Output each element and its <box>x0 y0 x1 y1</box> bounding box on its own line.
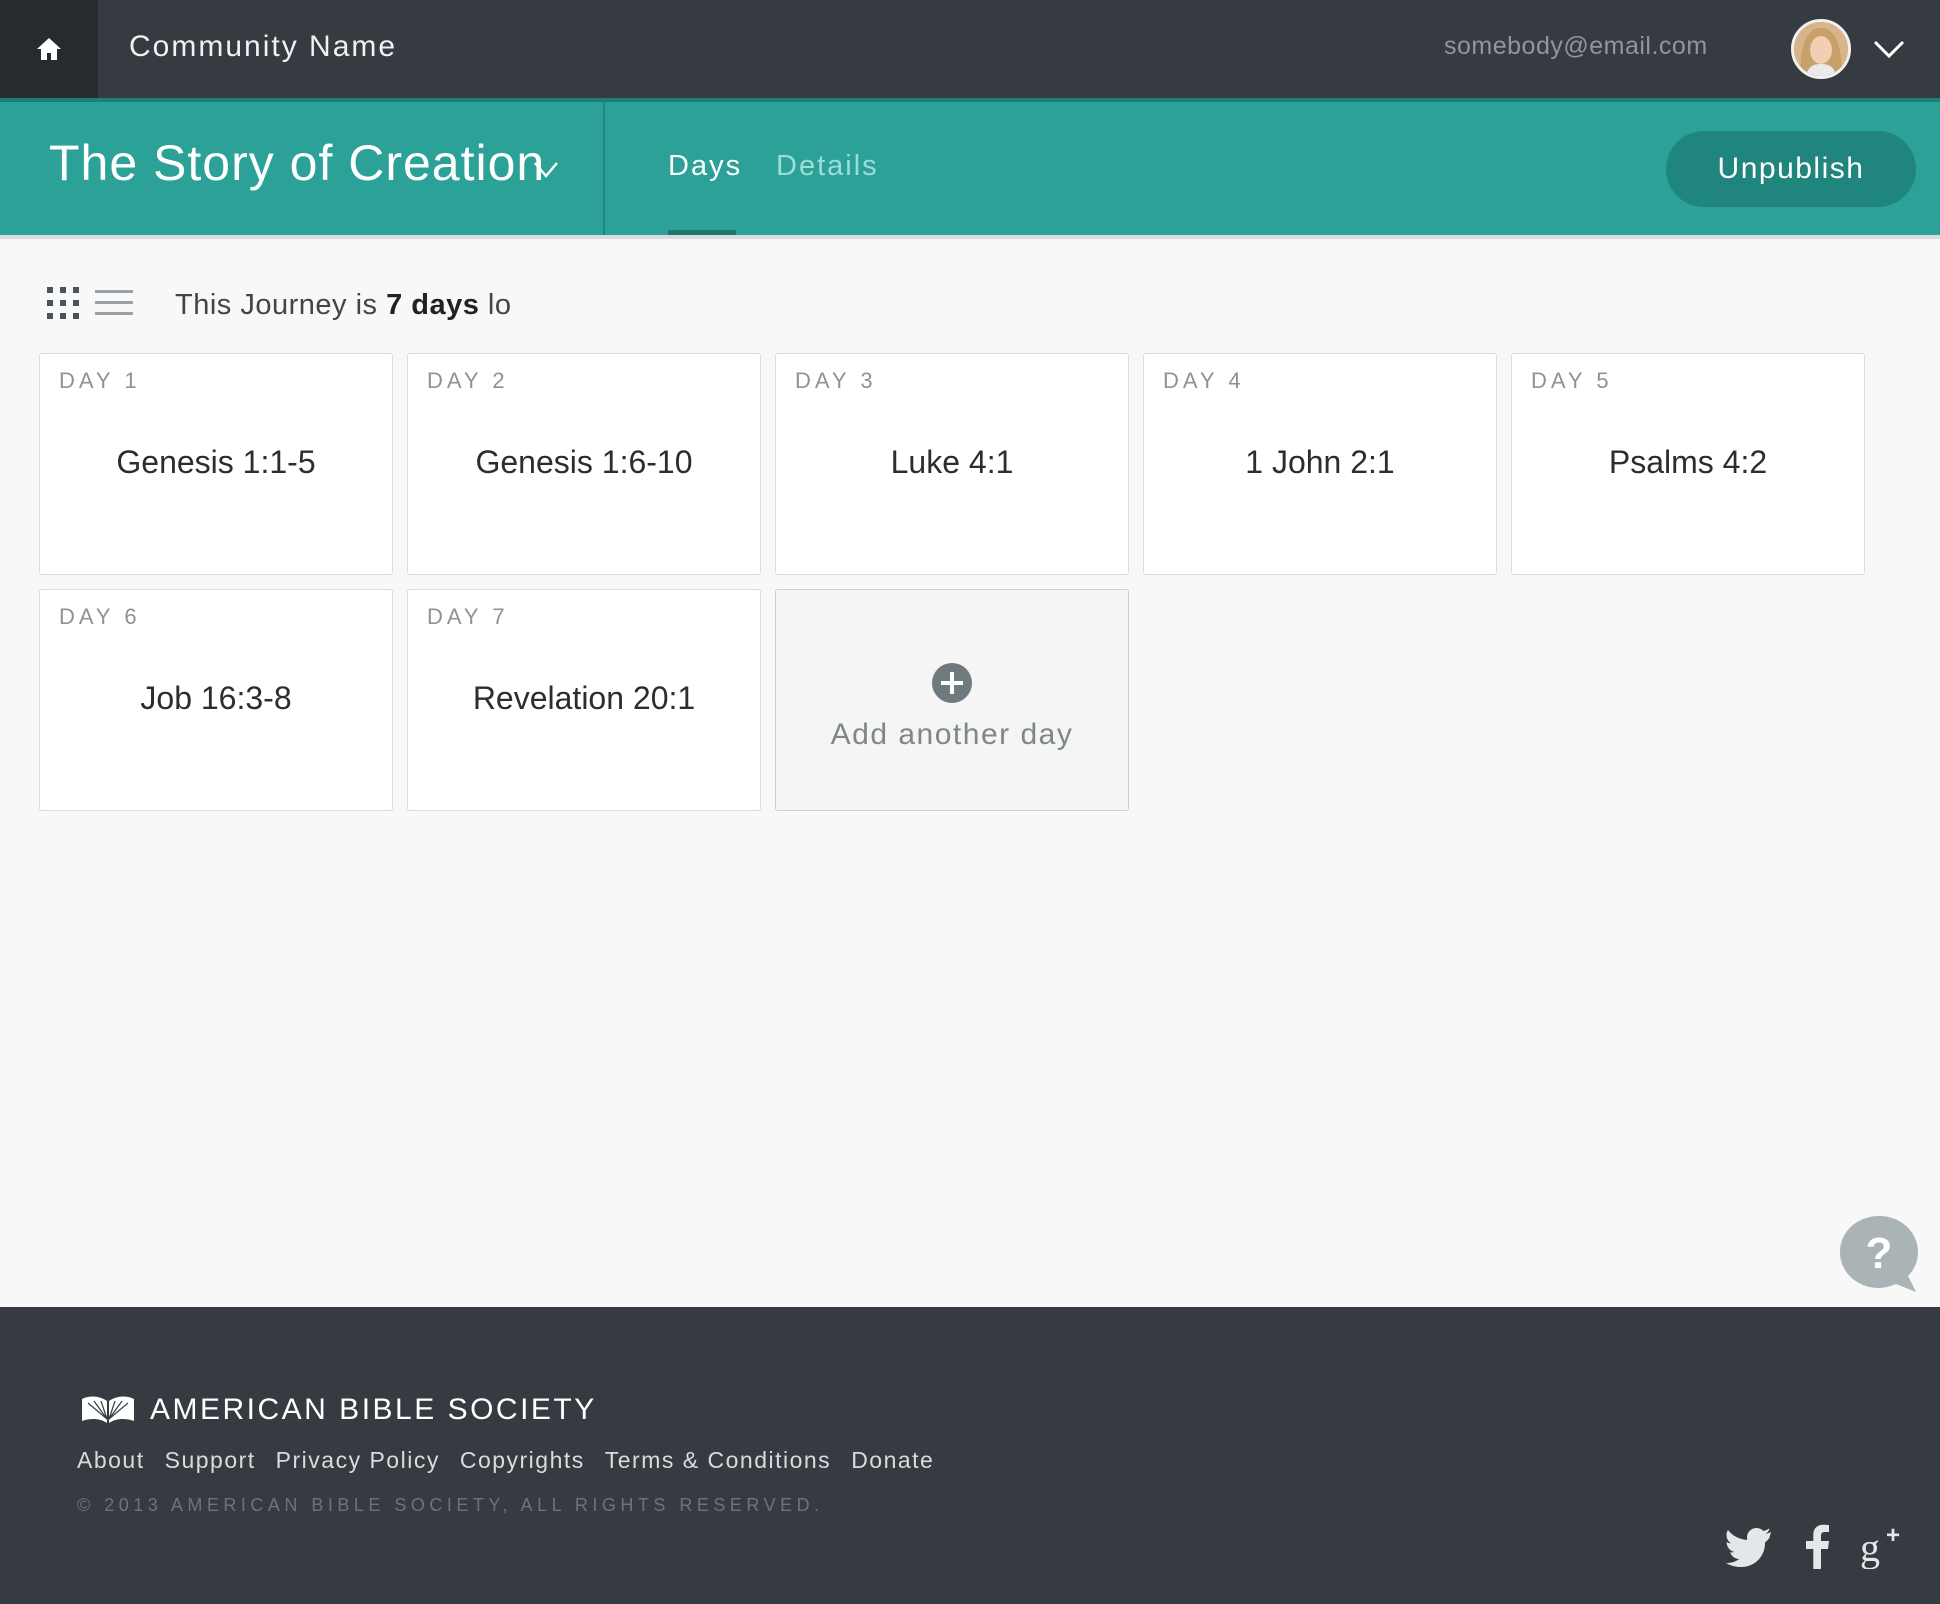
footer-link-terms[interactable]: Terms & Conditions <box>605 1447 831 1474</box>
top-navigation-bar: Community Name somebody@email.com <box>0 0 1940 98</box>
journey-length-suffix: lo <box>479 289 512 321</box>
day-passage: Job 16:3-8 <box>140 680 292 716</box>
footer-link-copyrights[interactable]: Copyrights <box>460 1447 585 1474</box>
unpublish-button[interactable]: Unpublish <box>1666 131 1916 207</box>
google-plus-icon[interactable]: g + <box>1860 1523 1906 1569</box>
user-email: somebody@email.com <box>1444 32 1708 60</box>
home-button[interactable] <box>0 0 98 98</box>
facebook-icon[interactable] <box>1804 1523 1830 1569</box>
svg-text:+: + <box>1886 1523 1900 1549</box>
day-card-5[interactable]: DAY 5 Psalms 4:2 <box>1511 353 1865 575</box>
day-card-4[interactable]: DAY 4 1 John 2:1 <box>1143 353 1497 575</box>
footer-link-support[interactable]: Support <box>165 1447 256 1474</box>
grid-view-icon[interactable] <box>46 286 80 320</box>
open-bible-logo-icon[interactable] <box>80 1393 136 1425</box>
home-icon <box>37 38 61 60</box>
list-view-icon[interactable] <box>95 289 133 317</box>
journey-title-dropdown[interactable]: The Story of Creation <box>0 102 605 239</box>
journey-length-text: This Journey is 7 days lo <box>175 289 512 322</box>
chevron-down-icon[interactable] <box>1872 36 1906 62</box>
day-label: DAY 3 <box>795 368 877 393</box>
day-passage: Genesis 1:6-10 <box>475 444 693 480</box>
tab-details[interactable]: Details <box>776 150 879 183</box>
footer-links: About Support Privacy Policy Copyrights … <box>77 1447 934 1474</box>
svg-text:?: ? <box>1866 1229 1893 1278</box>
day-passage: 1 John 2:1 <box>1245 444 1395 480</box>
journey-header: The Story of Creation Days Details Unpub… <box>0 98 1940 239</box>
help-icon[interactable]: ? <box>1838 1214 1920 1294</box>
organization-name[interactable]: AMERICAN BIBLE SOCIETY <box>150 1393 597 1427</box>
footer-link-about[interactable]: About <box>77 1447 145 1474</box>
day-label: DAY 7 <box>427 604 509 629</box>
day-label: DAY 5 <box>1531 368 1613 393</box>
add-day-label: Add another day <box>830 718 1074 751</box>
add-day-button[interactable]: Add another day <box>775 589 1129 811</box>
footer-link-privacy-policy[interactable]: Privacy Policy <box>276 1447 440 1474</box>
plus-icon <box>932 663 972 703</box>
copyright-text: © 2013 AMERICAN BIBLE SOCIETY, ALL RIGHT… <box>77 1495 824 1515</box>
tab-days[interactable]: Days <box>668 150 742 183</box>
community-name[interactable]: Community Name <box>129 30 397 64</box>
day-label: DAY 1 <box>59 368 141 393</box>
day-passage: Luke 4:1 <box>890 444 1014 480</box>
footer-link-donate[interactable]: Donate <box>851 1447 934 1474</box>
day-passage: Revelation 20:1 <box>472 680 696 716</box>
day-passage: Psalms 4:2 <box>1608 444 1768 480</box>
day-passage: Genesis 1:1-5 <box>116 444 316 480</box>
avatar[interactable] <box>1791 19 1851 79</box>
svg-text:g: g <box>1860 1525 1880 1569</box>
footer: AMERICAN BIBLE SOCIETY About Support Pri… <box>0 1307 1940 1604</box>
day-card-2[interactable]: DAY 2 Genesis 1:6-10 <box>407 353 761 575</box>
day-label: DAY 4 <box>1163 368 1245 393</box>
journey-title: The Story of Creation <box>49 135 546 191</box>
day-card-1[interactable]: DAY 1 Genesis 1:1-5 <box>39 353 393 575</box>
day-label: DAY 6 <box>59 604 141 629</box>
day-card-6[interactable]: DAY 6 Job 16:3-8 <box>39 589 393 811</box>
twitter-icon[interactable] <box>1726 1523 1772 1569</box>
journey-length-value: 7 days <box>386 289 480 321</box>
day-card-7[interactable]: DAY 7 Revelation 20:1 <box>407 589 761 811</box>
day-card-3[interactable]: DAY 3 Luke 4:1 <box>775 353 1129 575</box>
day-label: DAY 2 <box>427 368 509 393</box>
journey-length-prefix: This Journey is <box>175 289 387 321</box>
chevron-down-icon <box>534 162 558 178</box>
